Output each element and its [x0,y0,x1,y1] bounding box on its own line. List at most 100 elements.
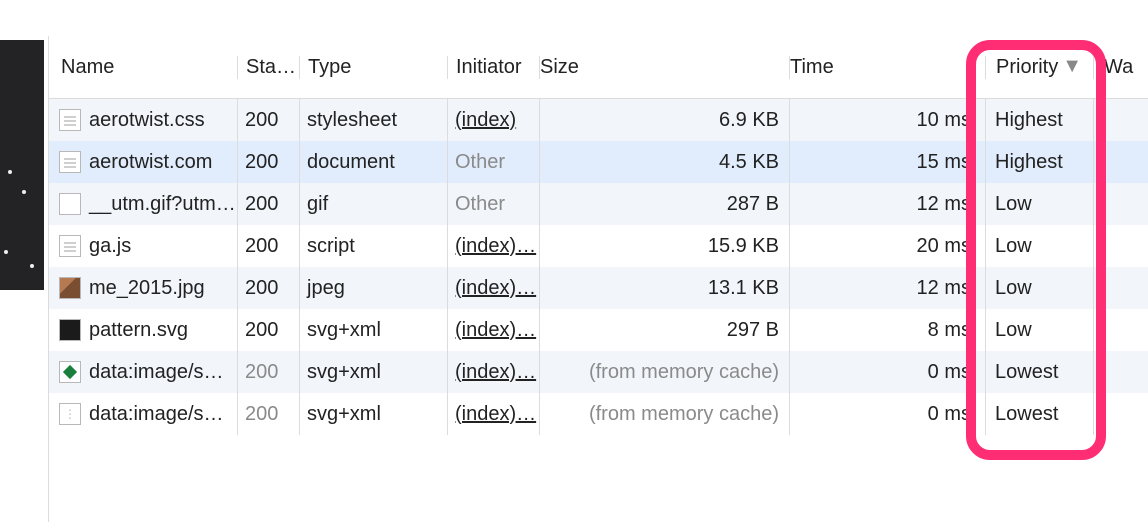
network-table-panel: Name Sta… Type Initiator Size Time Prior… [48,36,1148,522]
column-header-waterfall[interactable]: Wa [1093,56,1148,79]
initiator-link[interactable]: (index)… [455,361,536,383]
cell-status: 200 [237,109,299,132]
cell-size: 13.1 KB [539,277,789,300]
page-thumbnail-strip [0,40,44,290]
file-type-icon [59,193,81,215]
cell-name: __utm.gif?utm… [49,193,237,216]
cell-status: 200 [237,403,299,426]
cell-status: 200 [237,361,299,384]
initiator-link[interactable]: (index)… [455,235,536,257]
cell-type: gif [299,193,447,216]
cell-size: 4.5 KB [539,151,789,174]
column-header-time[interactable]: Time [789,56,985,79]
table-row[interactable]: __utm.gif?utm…200gif Other 287 B12 msLow [49,183,1148,225]
sort-descending-icon: ▼ [1062,56,1082,78]
column-header-size[interactable]: Size [539,56,789,79]
cell-priority: Low [985,319,1093,342]
initiator-label: Other [455,193,505,215]
cell-name: data:image/s… [49,403,237,426]
cell-name: ga.js [49,235,237,258]
cell-priority: Lowest [985,403,1093,426]
cell-type: script [299,235,447,258]
cell-size: 6.9 KB [539,109,789,132]
cell-time: 15 ms [789,151,985,174]
table-header-row: Name Sta… Type Initiator Size Time Prior… [49,36,1148,98]
cell-initiator[interactable]: (index)… [447,235,539,258]
cell-name: me_2015.jpg [49,277,237,300]
table-row[interactable]: pattern.svg200svg+xml(index)…297 B8 msLo… [49,309,1148,351]
cell-priority: Highest [985,151,1093,174]
cell-priority: Highest [985,109,1093,132]
cell-time: 12 ms [789,277,985,300]
cell-priority: Low [985,277,1093,300]
cell-name: aerotwist.com [49,151,237,174]
table-body: aerotwist.css200stylesheet(index)6.9 KB1… [49,98,1148,435]
table-row[interactable]: data:image/s… 200svg+xml (index)…(from mem… [49,351,1148,393]
column-header-priority[interactable]: Priority▼ [985,56,1093,79]
cell-status: 200 [237,277,299,300]
cell-initiator[interactable]: (index)… [447,403,539,426]
cell-size: 15.9 KB [539,235,789,258]
cell-time: 12 ms [789,193,985,216]
cell-time: 0 ms [789,361,985,384]
cell-size: 287 B [539,193,789,216]
initiator-link[interactable]: (index)… [455,277,536,299]
cell-time: 0 ms [789,403,985,426]
cell-type: stylesheet [299,109,447,132]
cell-time: 8 ms [789,319,985,342]
cell-name: aerotwist.css [49,109,237,132]
cell-status: 200 [237,319,299,342]
file-name-label: aerotwist.com [89,151,212,174]
file-name-label: me_2015.jpg [89,277,205,300]
file-name-label: ga.js [89,235,131,258]
file-name-label: aerotwist.css [89,109,205,132]
table-row[interactable]: ga.js 200script (index)…15.9 KB20 msLow [49,225,1148,267]
column-header-name[interactable]: Name [49,56,237,79]
cell-size: 297 B [539,319,789,342]
table-row[interactable]: aerotwist.com 200document Other 4.5 KB15 ms… [49,141,1148,183]
cell-initiator[interactable]: (index) [447,109,539,132]
cell-size: (from memory cache) [539,361,789,384]
initiator-link[interactable]: (index) [455,109,516,131]
column-header-priority-label: Priority [996,56,1058,78]
column-header-type[interactable]: Type [299,56,447,79]
table-row[interactable]: aerotwist.css200stylesheet(index)6.9 KB1… [49,99,1148,141]
cell-status: 200 [237,151,299,174]
cell-initiator[interactable]: (index)… [447,319,539,342]
file-type-icon [59,403,81,425]
file-type-icon [59,277,81,299]
cell-initiator: Other [447,193,539,216]
file-type-icon [59,361,81,383]
cell-priority: Low [985,235,1093,258]
file-name-label: data:image/s… [89,361,224,384]
column-header-status[interactable]: Sta… [237,56,299,79]
cell-status: 200 [237,235,299,258]
file-name-label: __utm.gif?utm… [89,193,236,216]
cell-size: (from memory cache) [539,403,789,426]
cell-time: 20 ms [789,235,985,258]
file-type-icon [59,109,81,131]
cell-priority: Low [985,193,1093,216]
cell-type: svg+xml [299,403,447,426]
file-type-icon [59,319,81,341]
cell-type: document [299,151,447,174]
cell-name: data:image/s… [49,361,237,384]
cell-status: 200 [237,193,299,216]
file-type-icon [59,235,81,257]
table-row[interactable]: data:image/s… 200svg+xml (index)…(from mem… [49,393,1148,435]
table-row[interactable]: me_2015.jpg 200jpeg (index)…13.1 KB12 msLo… [49,267,1148,309]
column-header-initiator[interactable]: Initiator [447,56,539,79]
file-name-label: data:image/s… [89,403,224,426]
cell-type: svg+xml [299,361,447,384]
cell-priority: Lowest [985,361,1093,384]
initiator-label: Other [455,151,505,173]
file-name-label: pattern.svg [89,319,188,342]
cell-initiator[interactable]: (index)… [447,277,539,300]
file-type-icon [59,151,81,173]
cell-initiator: Other [447,151,539,174]
initiator-link[interactable]: (index)… [455,319,536,341]
cell-type: jpeg [299,277,447,300]
cell-initiator[interactable]: (index)… [447,361,539,384]
cell-name: pattern.svg [49,319,237,342]
initiator-link[interactable]: (index)… [455,403,536,425]
